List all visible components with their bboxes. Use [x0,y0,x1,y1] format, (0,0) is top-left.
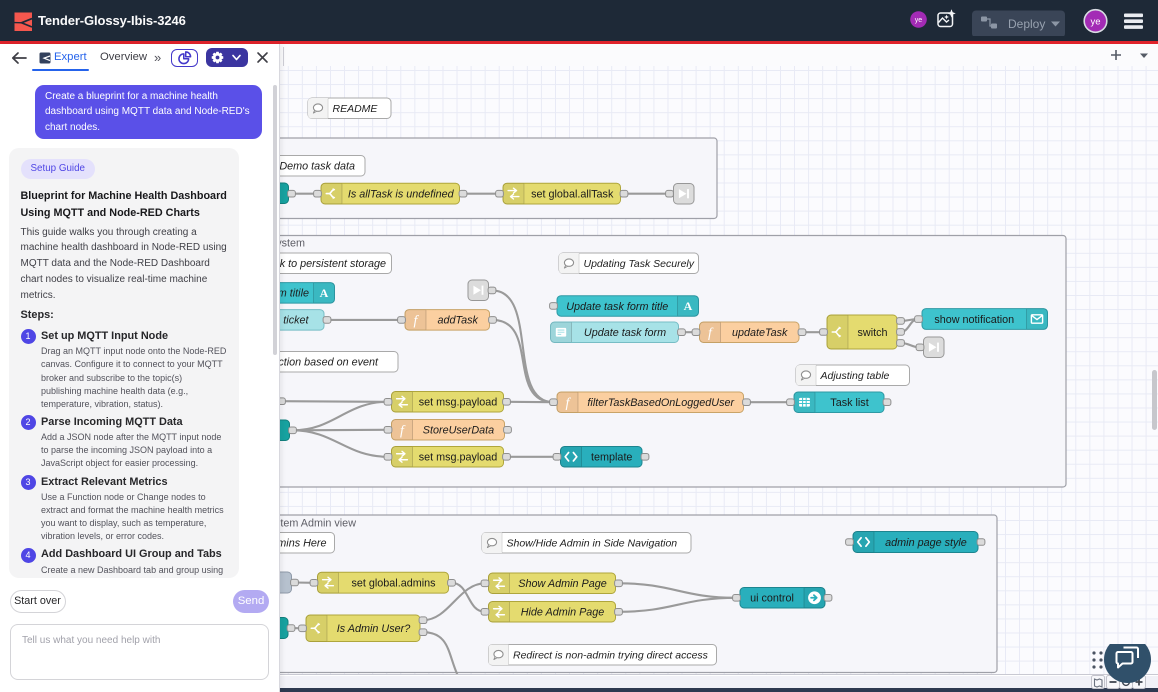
svg-text:filterTaskBasedOnLoggedUser: filterTaskBasedOnLoggedUser [587,397,734,409]
svg-text:Task list: Task list [830,397,868,409]
svg-text:ui control: ui control [750,593,794,605]
svg-text:Is allTask is undefined: Is allTask is undefined [348,188,455,200]
svg-text:Adjusting table: Adjusting table [820,370,890,382]
svg-text:Deploy: Deploy [1008,17,1045,31]
svg-text:Hide Admin Page: Hide Admin Page [521,607,605,619]
svg-text:addTask: addTask [438,315,479,327]
svg-text:Create ticket: Create ticket [280,315,309,327]
svg-text:set msg.payload: set msg.payload [419,397,498,409]
svg-text:Update task form title: Update task form title [566,301,668,313]
svg-text:Add Your Admins Here: Add Your Admins Here [280,538,327,550]
svg-text:Perform action based on event: Perform action based on event [280,357,379,369]
svg-text:Demo task data: Demo task data [280,161,355,173]
svg-text:StoreUserData: StoreUserData [423,425,494,437]
svg-text:A: A [684,299,693,313]
svg-text:Show Admin Page: Show Admin Page [518,578,606,590]
svg-text:ye: ye [1090,16,1100,27]
svg-text:set global.allTask: set global.allTask [531,188,614,200]
svg-text:Save task to persistent storag: Save task to persistent storage [280,258,386,270]
svg-text:set msg.payload: set msg.payload [419,452,498,464]
svg-text:switch: switch [858,327,888,339]
svg-text:updateTask: updateTask [732,327,788,339]
svg-text:Is Admin User?: Is Admin User? [337,623,410,635]
svg-text:Task management system: Task management system [280,237,305,249]
svg-text:admin page style: admin page style [885,537,967,549]
svg-text:template: template [591,452,632,464]
svg-text:Task management system Admin v: Task management system Admin view [280,517,356,529]
svg-text:Show/Hide Admin in Side Naviga: Show/Hide Admin in Side Navigation [507,538,678,550]
svg-text:task form titile: task form titile [280,288,309,300]
svg-text:show notification: show notification [934,314,1014,326]
svg-text:set global.admins: set global.admins [351,578,436,590]
svg-text:Redirect is non-admin trying d: Redirect is non-admin trying direct acce… [513,650,709,662]
svg-text:Updating Task Securely: Updating Task Securely [584,258,695,270]
svg-text:README: README [333,103,379,115]
svg-text:Update task form: Update task form [584,327,666,339]
svg-text:A: A [320,286,329,300]
svg-text:ye: ye [915,17,923,24]
